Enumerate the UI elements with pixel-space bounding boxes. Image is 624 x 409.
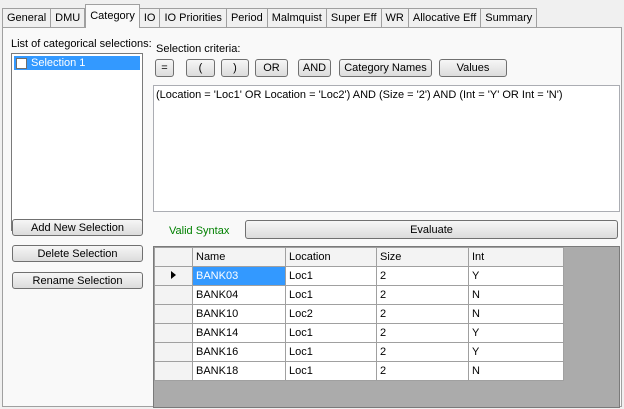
tab-period[interactable]: Period xyxy=(226,8,268,28)
add-new-selection-button[interactable]: Add New Selection xyxy=(12,219,143,236)
category-names-button[interactable]: Category Names xyxy=(339,59,432,77)
evaluate-button[interactable]: Evaluate xyxy=(245,220,618,239)
row-header[interactable] xyxy=(154,323,193,343)
category-tab-page: List of categorical selections: Selectio… xyxy=(2,27,622,408)
or-button[interactable]: OR xyxy=(255,59,288,77)
list-item[interactable]: Selection 1 xyxy=(14,56,140,70)
criteria-expression-input[interactable]: (Location = 'Loc1' OR Location = 'Loc2')… xyxy=(153,85,620,212)
and-button[interactable]: AND xyxy=(298,59,331,77)
selection-criteria-label: Selection criteria: xyxy=(156,43,241,55)
cell-location[interactable]: Loc1 xyxy=(285,323,377,343)
table-row[interactable]: BANK03 Loc1 2 Y xyxy=(154,266,564,286)
row-header[interactable] xyxy=(154,361,193,381)
tab-wr[interactable]: WR xyxy=(381,8,409,28)
tab-category[interactable]: Category xyxy=(85,4,140,28)
row-header[interactable] xyxy=(154,285,193,305)
tab-general[interactable]: General xyxy=(2,8,52,28)
row-header-corner xyxy=(154,247,193,267)
cell-int[interactable]: Y xyxy=(468,342,564,362)
cell-location[interactable]: Loc1 xyxy=(285,266,377,286)
cell-name[interactable]: BANK18 xyxy=(192,361,286,381)
column-header-size[interactable]: Size xyxy=(376,247,469,267)
categorical-selection-list[interactable]: Selection 1 xyxy=(11,53,143,231)
open-paren-button[interactable]: ( xyxy=(186,59,215,77)
values-button[interactable]: Values xyxy=(439,59,507,77)
list-label: List of categorical selections: xyxy=(11,38,152,50)
delete-selection-button[interactable]: Delete Selection xyxy=(12,245,143,262)
results-table: Name Location Size Int BANK03 Loc1 2 Y BANK0… xyxy=(154,247,564,381)
equals-button[interactable]: = xyxy=(155,59,174,77)
cell-int[interactable]: N xyxy=(468,304,564,324)
row-header[interactable] xyxy=(154,266,193,286)
cell-name[interactable]: BANK10 xyxy=(192,304,286,324)
tab-summary[interactable]: Summary xyxy=(481,8,538,28)
cell-size[interactable]: 2 xyxy=(376,361,469,381)
cell-location[interactable]: Loc2 xyxy=(285,304,377,324)
table-row[interactable]: BANK04 Loc1 2 N xyxy=(154,285,564,305)
column-header-int[interactable]: Int xyxy=(468,247,564,267)
cell-size[interactable]: 2 xyxy=(376,342,469,362)
cell-size[interactable]: 2 xyxy=(376,304,469,324)
table-row[interactable]: BANK14 Loc1 2 Y xyxy=(154,323,564,343)
cell-int[interactable]: Y xyxy=(468,266,564,286)
cell-int[interactable]: N xyxy=(468,361,564,381)
cell-name[interactable]: BANK03 xyxy=(192,266,286,286)
tab-io[interactable]: IO xyxy=(139,8,161,28)
cell-location[interactable]: Loc1 xyxy=(285,285,377,305)
cell-location[interactable]: Loc1 xyxy=(285,361,377,381)
list-item-label: Selection 1 xyxy=(31,57,86,69)
tab-malmquist[interactable]: Malmquist xyxy=(267,8,327,28)
current-row-arrow-icon xyxy=(171,271,176,279)
results-grid[interactable]: Name Location Size Int BANK03 Loc1 2 Y BANK0… xyxy=(153,246,620,408)
cell-size[interactable]: 2 xyxy=(376,266,469,286)
selection-checkbox[interactable] xyxy=(16,57,27,69)
tab-strip: General DMU Category IO IO Priorities Period M… xyxy=(2,2,538,28)
cell-size[interactable]: 2 xyxy=(376,323,469,343)
rename-selection-button[interactable]: Rename Selection xyxy=(12,272,143,289)
syntax-status: Valid Syntax xyxy=(169,225,230,237)
column-header-name[interactable]: Name xyxy=(192,247,286,267)
cell-name[interactable]: BANK16 xyxy=(192,342,286,362)
column-header-location[interactable]: Location xyxy=(285,247,377,267)
tab-io-priorities[interactable]: IO Priorities xyxy=(160,8,227,28)
table-row[interactable]: BANK18 Loc1 2 N xyxy=(154,361,564,381)
cell-int[interactable]: Y xyxy=(468,323,564,343)
cell-size[interactable]: 2 xyxy=(376,285,469,305)
row-header[interactable] xyxy=(154,342,193,362)
table-row[interactable]: BANK10 Loc2 2 N xyxy=(154,304,564,324)
cell-int[interactable]: N xyxy=(468,285,564,305)
cell-location[interactable]: Loc1 xyxy=(285,342,377,362)
tab-super-eff[interactable]: Super Eff xyxy=(326,8,382,28)
tab-allocative-eff[interactable]: Allocative Eff xyxy=(408,8,482,28)
close-paren-button[interactable]: ) xyxy=(221,59,249,77)
cell-name[interactable]: BANK04 xyxy=(192,285,286,305)
cell-name[interactable]: BANK14 xyxy=(192,323,286,343)
grid-header-row: Name Location Size Int xyxy=(154,247,564,267)
table-row[interactable]: BANK16 Loc1 2 Y xyxy=(154,342,564,362)
tab-dmu[interactable]: DMU xyxy=(51,8,86,28)
row-header[interactable] xyxy=(154,304,193,324)
